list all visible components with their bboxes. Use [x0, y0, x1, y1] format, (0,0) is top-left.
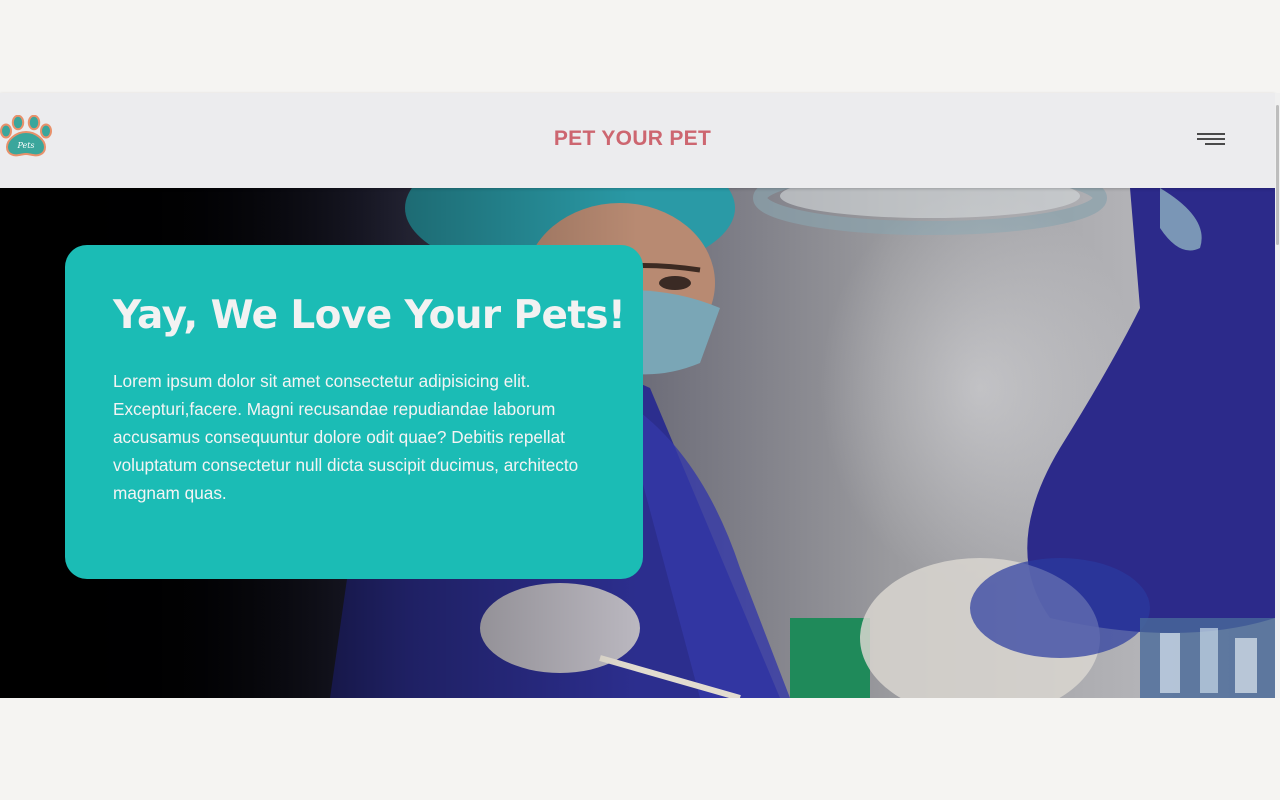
hero-text: Lorem ipsum dolor sit amet consectetur a… — [113, 371, 579, 503]
brand-title[interactable]: PET YOUR PET — [0, 127, 1265, 151]
menu-line-middle — [1197, 138, 1225, 140]
page: Pets PET YOUR PET Yay, We Love Your Pets… — [0, 0, 1280, 800]
hero-title: Yay, We Love Your Pets! — [113, 293, 626, 338]
scrollbar-thumb[interactable] — [1276, 105, 1279, 245]
menu-line-bottom — [1205, 143, 1225, 145]
hero-section: Yay, We Love Your Pets! Lorem ipsum dolo… — [0, 188, 1275, 698]
hero-card: Yay, We Love Your Pets! Lorem ipsum dolo… — [65, 245, 643, 579]
navbar: Pets PET YOUR PET — [0, 93, 1275, 188]
menu-line-top — [1197, 133, 1225, 135]
hamburger-menu-icon[interactable] — [1192, 128, 1232, 152]
scrollbar[interactable] — [1275, 93, 1280, 698]
